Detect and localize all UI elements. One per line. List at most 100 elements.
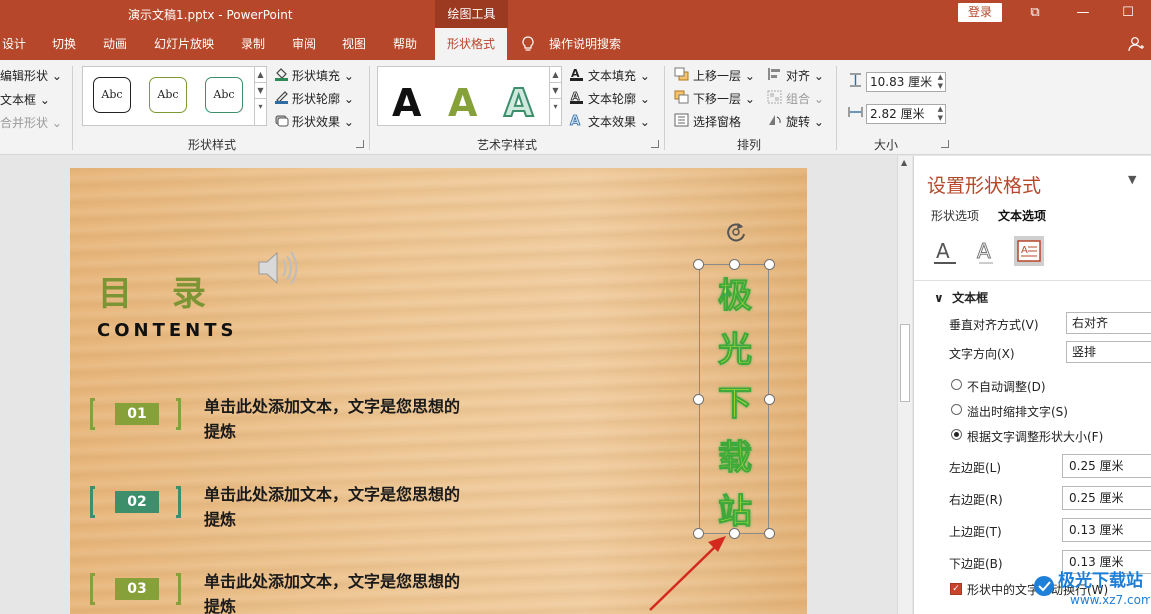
item-text[interactable]: 单击此处添加文本，文字是您思想的提炼 xyxy=(204,394,464,444)
text-box-options-icon[interactable]: A xyxy=(1014,236,1044,266)
text-fill-button[interactable]: 文本填充 ⌄ xyxy=(588,67,650,84)
shape-fill-button[interactable]: 形状填充 ⌄ xyxy=(292,67,354,84)
autofit-resize-label[interactable]: 根据文字调整形状大小(F) xyxy=(967,428,1103,445)
scroll-thumb[interactable] xyxy=(900,324,910,402)
scroll-up-icon[interactable]: ▲ xyxy=(901,158,907,167)
text-box-button[interactable]: 文本框 ⌄ xyxy=(0,91,50,108)
tab-slideshow[interactable]: 幻灯片放映 xyxy=(154,28,214,60)
shape-styles-gallery[interactable]: Abc Abc Abc ▲ ▼ ▾ xyxy=(82,66,267,126)
autofit-shrink-radio[interactable] xyxy=(951,404,962,415)
shape-style-sample-3[interactable]: Abc xyxy=(205,77,243,113)
gallery-down-icon[interactable]: ▼ xyxy=(550,83,561,99)
shape-style-sample-1[interactable]: Abc xyxy=(93,77,131,113)
left-margin-input[interactable]: 0.25 厘米 xyxy=(1062,454,1151,478)
resize-handle[interactable] xyxy=(693,394,704,405)
group-divider xyxy=(664,66,665,150)
resize-handle[interactable] xyxy=(729,259,740,270)
wordart-gallery[interactable]: A A A ▲ ▼ ▾ xyxy=(377,66,562,126)
autofit-none-radio[interactable] xyxy=(951,379,962,390)
shape-height-input[interactable]: 10.83 厘米 ▲ ▼ xyxy=(866,72,946,92)
text-fill-outline-icon[interactable]: A xyxy=(930,236,960,266)
gallery-more-icon[interactable]: ▾ xyxy=(550,99,561,115)
list-item[interactable]: 03 单击此处添加文本，文字是您思想的提炼 xyxy=(90,572,590,614)
tell-me-search[interactable]: 操作说明搜索 xyxy=(549,28,621,60)
slide-title[interactable]: 目 录 xyxy=(98,266,220,315)
resize-handle[interactable] xyxy=(764,259,775,270)
textbox-section-header[interactable]: ∨ 文本框 xyxy=(934,289,988,306)
text-direction-select[interactable]: 竖排 xyxy=(1066,341,1151,363)
list-item[interactable]: 02 单击此处添加文本，文字是您思想的提炼 xyxy=(90,485,590,536)
gallery-up-icon[interactable]: ▲ xyxy=(550,67,561,83)
shape-effects-button[interactable]: 形状效果 ⌄ xyxy=(292,113,354,130)
share-person-icon[interactable] xyxy=(1128,36,1144,52)
vertical-align-select[interactable]: 右对齐 xyxy=(1066,312,1151,334)
tab-text-options[interactable]: 文本选项 xyxy=(998,207,1046,224)
selected-vertical-textbox[interactable]: 极光下载站 xyxy=(699,264,769,534)
autofit-resize-radio[interactable] xyxy=(951,429,962,440)
gallery-scroll[interactable]: ▲ ▼ ▾ xyxy=(254,67,266,125)
shape-styles-launcher-icon[interactable] xyxy=(356,140,364,148)
send-backward-button[interactable]: 下移一层 ⌄ xyxy=(693,90,755,107)
login-button[interactable]: 登录 xyxy=(958,3,1002,22)
merge-shapes-button[interactable]: 合并形状 ⌄ xyxy=(0,114,62,131)
resize-handle[interactable] xyxy=(764,528,775,539)
size-launcher-icon[interactable] xyxy=(941,140,949,148)
shape-width-input[interactable]: 2.82 厘米 ▲ ▼ xyxy=(866,104,946,124)
right-margin-input[interactable]: 0.25 厘米 xyxy=(1062,486,1151,510)
item-text[interactable]: 单击此处添加文本，文字是您思想的提炼 xyxy=(204,482,464,532)
tab-animations[interactable]: 动画 xyxy=(103,28,127,60)
slide-subtitle[interactable]: CONTENTS xyxy=(97,320,237,341)
shape-outline-button[interactable]: 形状轮廓 ⌄ xyxy=(292,90,354,107)
gallery-scroll[interactable]: ▲ ▼ ▾ xyxy=(549,67,561,125)
resize-handle[interactable] xyxy=(693,259,704,270)
tab-help[interactable]: 帮助 xyxy=(393,28,417,60)
resize-handle[interactable] xyxy=(729,528,740,539)
tab-transitions[interactable]: 切换 xyxy=(52,28,76,60)
svg-text:极光下载站: 极光下载站 xyxy=(1058,570,1143,591)
autofit-none-label[interactable]: 不自动调整(D) xyxy=(967,378,1046,395)
autofit-shrink-label[interactable]: 溢出时缩排文字(S) xyxy=(967,403,1068,420)
gallery-more-icon[interactable]: ▾ xyxy=(255,99,266,115)
align-button[interactable]: 对齐 ⌄ xyxy=(786,67,824,84)
gallery-down-icon[interactable]: ▼ xyxy=(255,83,266,99)
slide-canvas[interactable]: 目 录 CONTENTS 01 单击此处添加文本，文字是您思想的提炼 02 单击… xyxy=(70,168,807,614)
shape-style-sample-2[interactable]: Abc xyxy=(149,77,187,113)
item-text[interactable]: 单击此处添加文本，文字是您思想的提炼 xyxy=(204,569,464,614)
text-effects-button[interactable]: 文本效果 ⌄ xyxy=(588,113,650,130)
rotate-button[interactable]: 旋转 ⌄ xyxy=(786,113,824,130)
arrange-group-label: 排列 xyxy=(737,138,762,152)
wrap-text-checkbox[interactable]: ✓ xyxy=(950,583,962,595)
bring-forward-button[interactable]: 上移一层 ⌄ xyxy=(693,67,755,84)
text-effects-icon[interactable]: A xyxy=(971,236,1001,266)
pane-divider xyxy=(914,280,1151,281)
edit-shape-button[interactable]: 编辑形状 ⌄ xyxy=(0,67,62,84)
slide-scrollbar[interactable]: ▲ xyxy=(897,156,912,614)
speaker-icon[interactable] xyxy=(257,248,301,288)
maximize-button[interactable]: ☐ xyxy=(1116,3,1140,23)
text-outline-button[interactable]: 文本轮廓 ⌄ xyxy=(588,90,650,107)
tab-review[interactable]: 审阅 xyxy=(292,28,316,60)
wordart-sample-2[interactable]: A xyxy=(448,83,477,123)
tab-shape-options[interactable]: 形状选项 xyxy=(931,207,979,224)
wordart-sample-3[interactable]: A xyxy=(503,82,534,124)
minimize-button[interactable]: — xyxy=(1071,3,1095,23)
spinner-arrows-icon[interactable]: ▲ ▼ xyxy=(938,73,943,91)
rotate-handle-icon[interactable] xyxy=(722,218,750,246)
shape-fill-icon xyxy=(275,68,288,81)
spinner-arrows-icon[interactable]: ▲ ▼ xyxy=(938,105,943,123)
group-button[interactable]: 组合 ⌄ xyxy=(786,90,824,107)
tab-design[interactable]: 设计 xyxy=(2,28,26,60)
pane-options-chevron-icon[interactable]: ▼ xyxy=(1128,173,1136,186)
resize-handle[interactable] xyxy=(764,394,775,405)
vertical-wordart-text[interactable]: 极光下载站 xyxy=(710,269,760,539)
list-item[interactable]: 01 单击此处添加文本，文字是您思想的提炼 xyxy=(90,397,590,448)
selection-pane-button[interactable]: 选择窗格 xyxy=(693,113,741,130)
gallery-up-icon[interactable]: ▲ xyxy=(255,67,266,83)
ribbon-display-icon[interactable]: ⧉ xyxy=(1023,3,1047,23)
tab-view[interactable]: 视图 xyxy=(342,28,366,60)
tab-record[interactable]: 录制 xyxy=(241,28,265,60)
tab-shape-format[interactable]: 形状格式 xyxy=(435,28,508,60)
wordart-sample-1[interactable]: A xyxy=(392,83,421,123)
wordart-launcher-icon[interactable] xyxy=(651,140,659,148)
top-margin-input[interactable]: 0.13 厘米 xyxy=(1062,518,1151,542)
